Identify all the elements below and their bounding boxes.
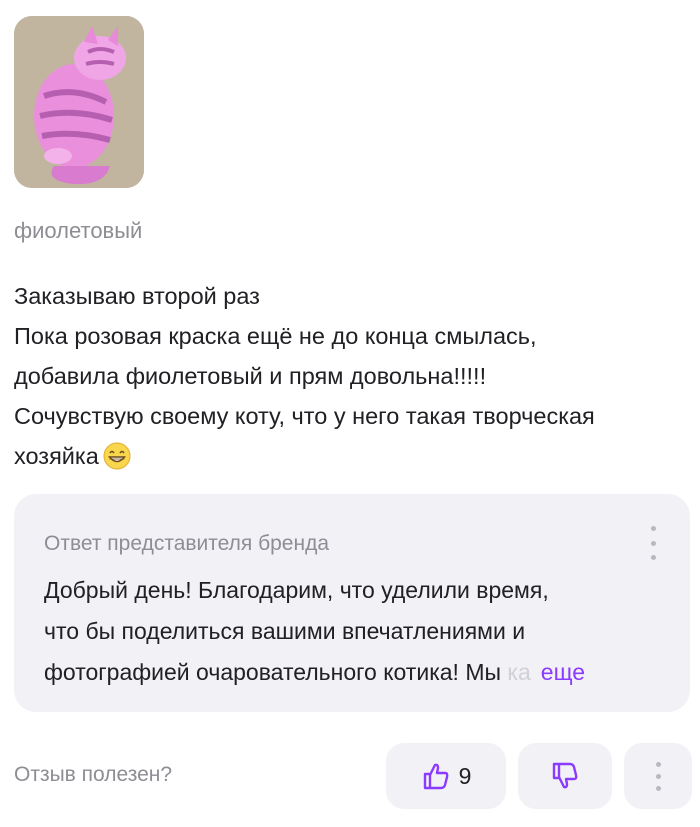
- brand-reply-title: Ответ представителя бренда: [44, 532, 330, 555]
- variant-label: фиолетовый: [14, 218, 143, 243]
- read-more-link[interactable]: еще: [541, 659, 585, 685]
- brand-reply-text: Добрый день! Благодарим, что уделили вре…: [44, 570, 674, 693]
- review-photo[interactable]: [14, 16, 144, 188]
- review-line: Заказываю второй раз: [14, 283, 260, 309]
- review-line: Сочувствую своему коту, что у него такая…: [14, 403, 595, 429]
- review-line: хозяйка: [14, 443, 99, 469]
- review-line: добавила фиолетовый и прям довольна!!!!!: [14, 363, 487, 389]
- dot: [650, 540, 656, 546]
- dislike-button[interactable]: [518, 743, 612, 809]
- grinning-face-emoji-icon: [103, 442, 131, 470]
- dot: [655, 785, 661, 791]
- more-options-button[interactable]: [624, 743, 692, 809]
- thumbs-down-icon: [552, 762, 578, 789]
- helpful-question: Отзыв полезен?: [14, 763, 173, 786]
- vertical-dots-icon: [650, 526, 656, 531]
- reply-last-line: фотографией очаровательного котика! Мы к…: [44, 652, 674, 693]
- like-count: 9: [458, 762, 472, 789]
- pink-cat-photo-icon: [14, 16, 144, 188]
- vertical-dots-icon: [655, 761, 661, 791]
- dot: [655, 761, 661, 767]
- dot: [650, 555, 656, 560]
- faded-text: ка: [507, 659, 531, 685]
- thumbs-up-icon: [423, 763, 449, 790]
- brand-reply-card: Ответ представителя бренда Добрый день! …: [14, 494, 690, 712]
- reply-line: что бы поделиться вашими впечатлениями и: [44, 618, 526, 644]
- dot: [655, 773, 661, 779]
- reply-menu-button[interactable]: [646, 526, 660, 560]
- review-line: Пока розовая краска ещё не до конца смыл…: [14, 323, 537, 349]
- review-text: Заказываю второй раз Пока розовая краска…: [14, 276, 694, 476]
- like-button[interactable]: 9: [386, 743, 506, 809]
- review-last-line: хозяйка: [14, 436, 694, 476]
- reply-line: фотографией очаровательного котика! Мы: [44, 659, 502, 685]
- reply-line: Добрый день! Благодарим, что уделили вре…: [44, 577, 549, 603]
